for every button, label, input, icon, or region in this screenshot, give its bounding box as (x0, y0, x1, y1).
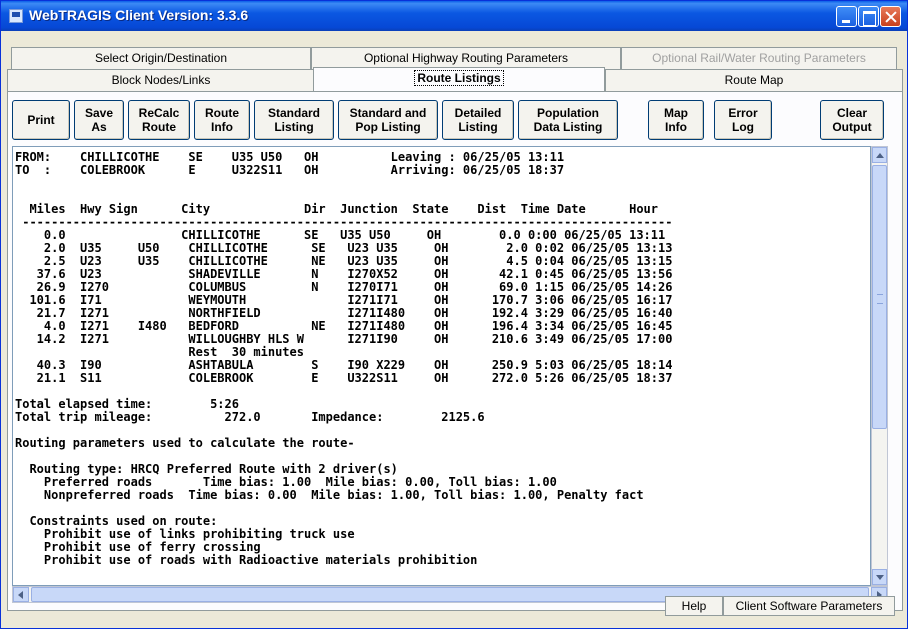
title-bar[interactable]: WebTRAGIS Client Version: 3.3.6 (1, 1, 907, 31)
standard-listing-button[interactable]: Standard Listing (254, 100, 334, 140)
vertical-scrollbar[interactable] (871, 146, 888, 586)
vertical-scroll-thumb[interactable] (872, 165, 887, 429)
clear-label-2: Output (832, 120, 872, 134)
map-info-label-1: Map (664, 106, 688, 120)
tab-route-map[interactable]: Route Map (605, 69, 903, 91)
tab-block-nodes-links[interactable]: Block Nodes/Links (7, 69, 315, 91)
save-as-button[interactable]: Save As (74, 100, 124, 140)
output-line: Nonpreferred roads Time bias: 0.00 Mile … (15, 488, 644, 502)
detailed-label-2: Listing (458, 120, 498, 134)
recalc-label-1: ReCalc (138, 106, 180, 120)
output-line: Prohibit use of roads with Radioactive m… (15, 553, 478, 567)
clear-label-1: Clear (836, 106, 867, 120)
tab-optional-highway-routing[interactable]: Optional Highway Routing Parameters (311, 47, 621, 69)
error-log-label-2: Log (732, 120, 754, 134)
standard-pop-listing-button[interactable]: Standard and Pop Listing (338, 100, 438, 140)
print-button[interactable]: Print (12, 100, 70, 140)
client-params-label: Client Software Parameters (735, 599, 883, 613)
population-label-2: Data Listing (533, 120, 603, 134)
detailed-listing-button[interactable]: Detailed Listing (442, 100, 514, 140)
detailed-label-1: Detailed (454, 106, 502, 120)
app-window: WebTRAGIS Client Version: 3.3.6 Select O… (0, 0, 908, 629)
output-line: Routing parameters used to calculate the… (15, 436, 355, 450)
tab-select-origin-destination[interactable]: Select Origin/Destination (11, 47, 311, 69)
client-software-parameters-button[interactable]: Client Software Parameters (723, 596, 895, 616)
route-info-label-2: Info (211, 120, 233, 134)
close-button[interactable] (880, 6, 901, 27)
help-label: Help (681, 599, 707, 613)
help-button[interactable]: Help (665, 596, 723, 616)
route-output-text: FROM: CHILLICOTHE SE U35 U50 OH Leaving … (15, 151, 672, 567)
tab-label: Block Nodes/Links (111, 73, 211, 87)
map-info-label-2: Info (665, 120, 687, 134)
recalc-route-button[interactable]: ReCalc Route (128, 100, 190, 140)
maximize-button[interactable] (858, 6, 879, 27)
output-line: TO : COLEBROOK E U322S11 OH Arriving: 06… (15, 163, 565, 177)
scroll-up-icon[interactable] (872, 147, 887, 163)
standard-label-1: Standard (267, 106, 320, 120)
window-title: WebTRAGIS Client Version: 3.3.6 (29, 7, 249, 23)
save-label-2: As (91, 120, 107, 134)
scroll-down-icon[interactable] (872, 569, 887, 585)
output-line: 21.1 S11 COLEBROOK E U322S11 OH 272.0 5:… (15, 371, 673, 385)
route-info-label-1: Route (205, 106, 239, 120)
route-info-button[interactable]: Route Info (194, 100, 250, 140)
save-label-1: Save (84, 106, 114, 120)
tab-label: Optional Rail/Water Routing Parameters (652, 51, 866, 65)
tab-label: Optional Highway Routing Parameters (363, 51, 569, 65)
route-output-textarea[interactable]: FROM: CHILLICOTHE SE U35 U50 OH Leaving … (12, 146, 871, 586)
app-icon (9, 9, 23, 23)
client-area: Select Origin/Destination Optional Highw… (5, 31, 904, 626)
stdpop-label-1: Standard and (349, 106, 427, 120)
tab-route-listings[interactable]: Route Listings (313, 67, 605, 91)
recalc-label-2: Route (142, 120, 176, 134)
output-line: Total trip mileage: 272.0 Impedance: 212… (15, 410, 485, 424)
print-label: Print (27, 113, 55, 127)
tab-label: Route Listings (414, 70, 504, 86)
error-log-label-1: Error (728, 106, 758, 120)
tab-optional-rail-water-routing[interactable]: Optional Rail/Water Routing Parameters (621, 47, 897, 69)
clear-output-button[interactable]: Clear Output (820, 100, 884, 140)
error-log-button[interactable]: Error Log (714, 100, 772, 140)
route-listings-panel: Print Save As ReCalc Route Route Info Stand… (7, 91, 903, 611)
minimize-button[interactable] (836, 6, 857, 27)
tab-label: Route Map (724, 73, 784, 87)
scroll-left-icon[interactable] (13, 587, 29, 602)
map-info-button[interactable]: Map Info (648, 100, 704, 140)
tab-label: Select Origin/Destination (94, 51, 228, 65)
population-label-1: Population (536, 106, 599, 120)
stdpop-label-2: Pop Listing (355, 120, 421, 134)
population-data-listing-button[interactable]: Population Data Listing (518, 100, 618, 140)
standard-label-2: Listing (274, 120, 314, 134)
